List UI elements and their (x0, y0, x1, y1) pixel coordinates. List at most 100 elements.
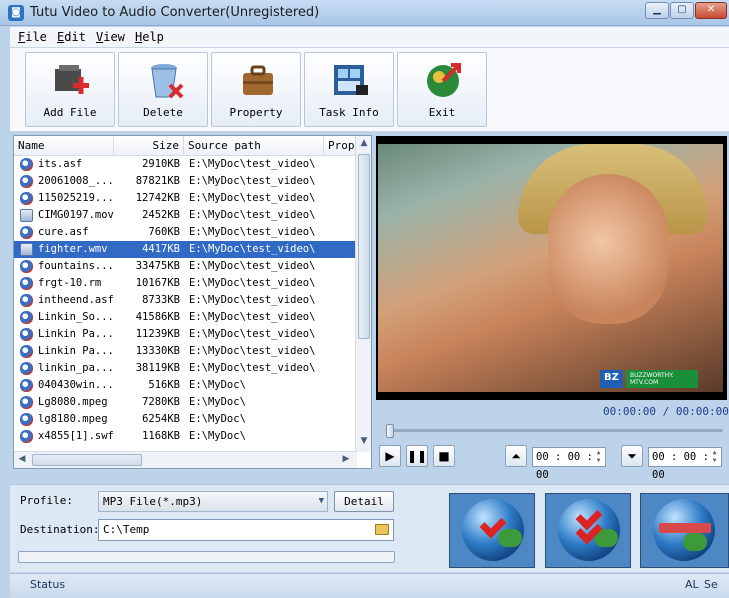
menu-file[interactable]: File (18, 30, 47, 44)
convert-all-button[interactable] (545, 493, 631, 568)
task-info-button[interactable]: Task Info (304, 52, 394, 127)
chevron-down-icon[interactable]: ▼ (319, 492, 324, 511)
file-row[interactable]: x4855[1].swf 1168KB E:\MyDoc\ (14, 428, 356, 445)
file-name: 115025219... (38, 192, 114, 204)
end-time-spinner[interactable]: ▲ ▼ (709, 449, 720, 465)
file-name: intheend.asf (38, 294, 114, 306)
maximize-button[interactable]: ▢ (670, 2, 694, 19)
file-row[interactable]: Linkin_So... 41586KB E:\MyDoc\test_video\ (14, 309, 356, 326)
video-frame: BZ BUZZWORTHY. MTV.COM (378, 144, 723, 392)
media-file-icon (20, 277, 33, 290)
scroll-down-icon[interactable]: ▼ (358, 436, 370, 448)
minimize-button[interactable]: ▁ (645, 2, 669, 19)
file-row[interactable]: intheend.asf 8733KB E:\MyDoc\test_video\ (14, 292, 356, 309)
globe-land (683, 533, 707, 551)
status-right-1: AL (685, 578, 699, 591)
file-row[interactable]: frgt-10.rm 10167KB E:\MyDoc\test_video\ (14, 275, 356, 292)
file-name: linkin_pa... (38, 362, 114, 374)
seek-slider[interactable] (380, 424, 723, 438)
convert-globe-icon (462, 499, 524, 561)
scroll-up-icon[interactable]: ▲ (358, 138, 370, 150)
exit-button[interactable]: Exit (397, 52, 487, 127)
close-button[interactable]: ✕ (695, 2, 727, 19)
file-source-path: E:\MyDoc\test_video\ (189, 175, 316, 187)
file-row[interactable]: Linkin Pa... 13330KB E:\MyDoc\test_video\ (14, 343, 356, 360)
media-file-icon (20, 209, 33, 222)
menu-help[interactable]: Help (135, 30, 164, 44)
profile-label: Profile: (20, 494, 73, 507)
file-name: cure.asf (38, 226, 89, 238)
file-row[interactable]: Lg8080.mpeg 7280KB E:\MyDoc\ (14, 394, 356, 411)
file-row[interactable]: its.asf 2910KB E:\MyDoc\test_video\ (14, 156, 356, 173)
file-source-path: E:\MyDoc\ (189, 430, 246, 442)
file-name: Linkin_So... (38, 311, 114, 323)
file-row[interactable]: Linkin Pa... 11239KB E:\MyDoc\test_video\ (14, 326, 356, 343)
profile-select[interactable]: MP3 File(*.mp3) ▼ (98, 491, 328, 512)
file-row[interactable]: fountains... 33475KB E:\MyDoc\test_video\ (14, 258, 356, 275)
app-icon: ◙ (8, 5, 24, 21)
profile-value: MP3 File(*.mp3) (103, 495, 203, 508)
pause-icon: ❚❚ (407, 449, 428, 463)
file-row[interactable]: fighter.wmv 4417KB E:\MyDoc\test_video\ (14, 241, 356, 258)
exit-label: Exit (428, 106, 456, 119)
file-size: 87821KB (135, 175, 180, 187)
watermark-text: BUZZWORTHY. MTV.COM (626, 370, 698, 388)
stop-icon: ■ (438, 449, 450, 463)
delete-label: Delete (143, 106, 183, 119)
file-row[interactable]: 040430win... 516KB E:\MyDoc\ (14, 377, 356, 394)
menu-bar: File Edit View Help (10, 27, 729, 48)
set-start-button[interactable]: ⏶ (505, 445, 527, 467)
file-row[interactable]: 20061008_... 87821KB E:\MyDoc\test_video\ (14, 173, 356, 190)
media-file-icon (20, 243, 33, 256)
set-end-button[interactable]: ⏷ (621, 445, 643, 467)
folder-icon[interactable] (375, 524, 389, 535)
file-source-path: E:\MyDoc\test_video\ (189, 226, 316, 238)
scroll-right-icon[interactable]: ▶ (340, 454, 352, 466)
horizontal-scrollbar[interactable]: ◀ ▶ (14, 451, 357, 468)
destination-field[interactable]: C:\Temp (98, 519, 394, 541)
start-time-spinner[interactable]: ▲ ▼ (593, 449, 604, 465)
play-button[interactable]: ▶ (379, 445, 401, 467)
add-file-icon (55, 65, 89, 94)
file-list[interactable]: Name Size Source path Prop its.asf 2910KB… (13, 135, 372, 469)
media-file-icon (20, 413, 33, 426)
scroll-left-icon[interactable]: ◀ (16, 454, 28, 466)
vertical-scroll-thumb[interactable] (358, 154, 370, 339)
column-size[interactable]: Size (114, 136, 184, 156)
start-time-value: 00 : 00 : 00 (536, 451, 593, 481)
start-time-field[interactable]: 00 : 00 : 00 ▲ ▼ (532, 447, 606, 481)
pause-button[interactable]: ❚❚ (406, 445, 428, 467)
stop-conversion-button[interactable] (640, 493, 729, 568)
menu-view[interactable]: View (96, 30, 125, 44)
toolbar: Add File Delete Property Task Info Exit (10, 48, 729, 132)
file-row[interactable]: cure.asf 760KB E:\MyDoc\test_video\ (14, 224, 356, 241)
file-row[interactable]: 115025219... 12742KB E:\MyDoc\test_video\ (14, 190, 356, 207)
column-name[interactable]: Name (14, 136, 114, 156)
add-file-button[interactable]: Add File (25, 52, 115, 127)
file-name: Linkin Pa... (38, 328, 114, 340)
file-row[interactable]: linkin_pa... 38119KB E:\MyDoc\test_video\ (14, 360, 356, 377)
file-name: Lg8080.mpeg (38, 396, 108, 408)
file-size: 2910KB (142, 158, 180, 170)
destination-label: Destination: (20, 523, 100, 536)
delete-button[interactable]: Delete (118, 52, 208, 127)
end-time-field[interactable]: 00 : 00 : 00 ▲ ▼ (648, 447, 722, 481)
menu-edit[interactable]: Edit (57, 30, 86, 44)
seek-handle[interactable] (386, 424, 394, 438)
vertical-scrollbar[interactable]: ▲ ▼ (355, 136, 371, 452)
detail-button[interactable]: Detail (334, 491, 394, 512)
file-size: 4417KB (142, 243, 180, 255)
file-rows: its.asf 2910KB E:\MyDoc\test_video\ 2006100… (14, 156, 356, 445)
file-source-path: E:\MyDoc\test_video\ (189, 328, 316, 340)
status-bar: Status AL Se (10, 573, 729, 598)
file-row[interactable]: lg8180.mpeg 6254KB E:\MyDoc\ (14, 411, 356, 428)
watermark-logo: BZ (600, 370, 623, 388)
file-size: 41586KB (135, 311, 180, 323)
property-button[interactable]: Property (211, 52, 301, 127)
file-source-path: E:\MyDoc\ (189, 396, 246, 408)
horizontal-scroll-thumb[interactable] (32, 454, 142, 466)
file-row[interactable]: CIMG0197.mov 2452KB E:\MyDoc\test_video\ (14, 207, 356, 224)
column-source-path[interactable]: Source path (184, 136, 324, 156)
stop-button[interactable]: ■ (433, 445, 455, 467)
convert-button[interactable] (449, 493, 535, 568)
